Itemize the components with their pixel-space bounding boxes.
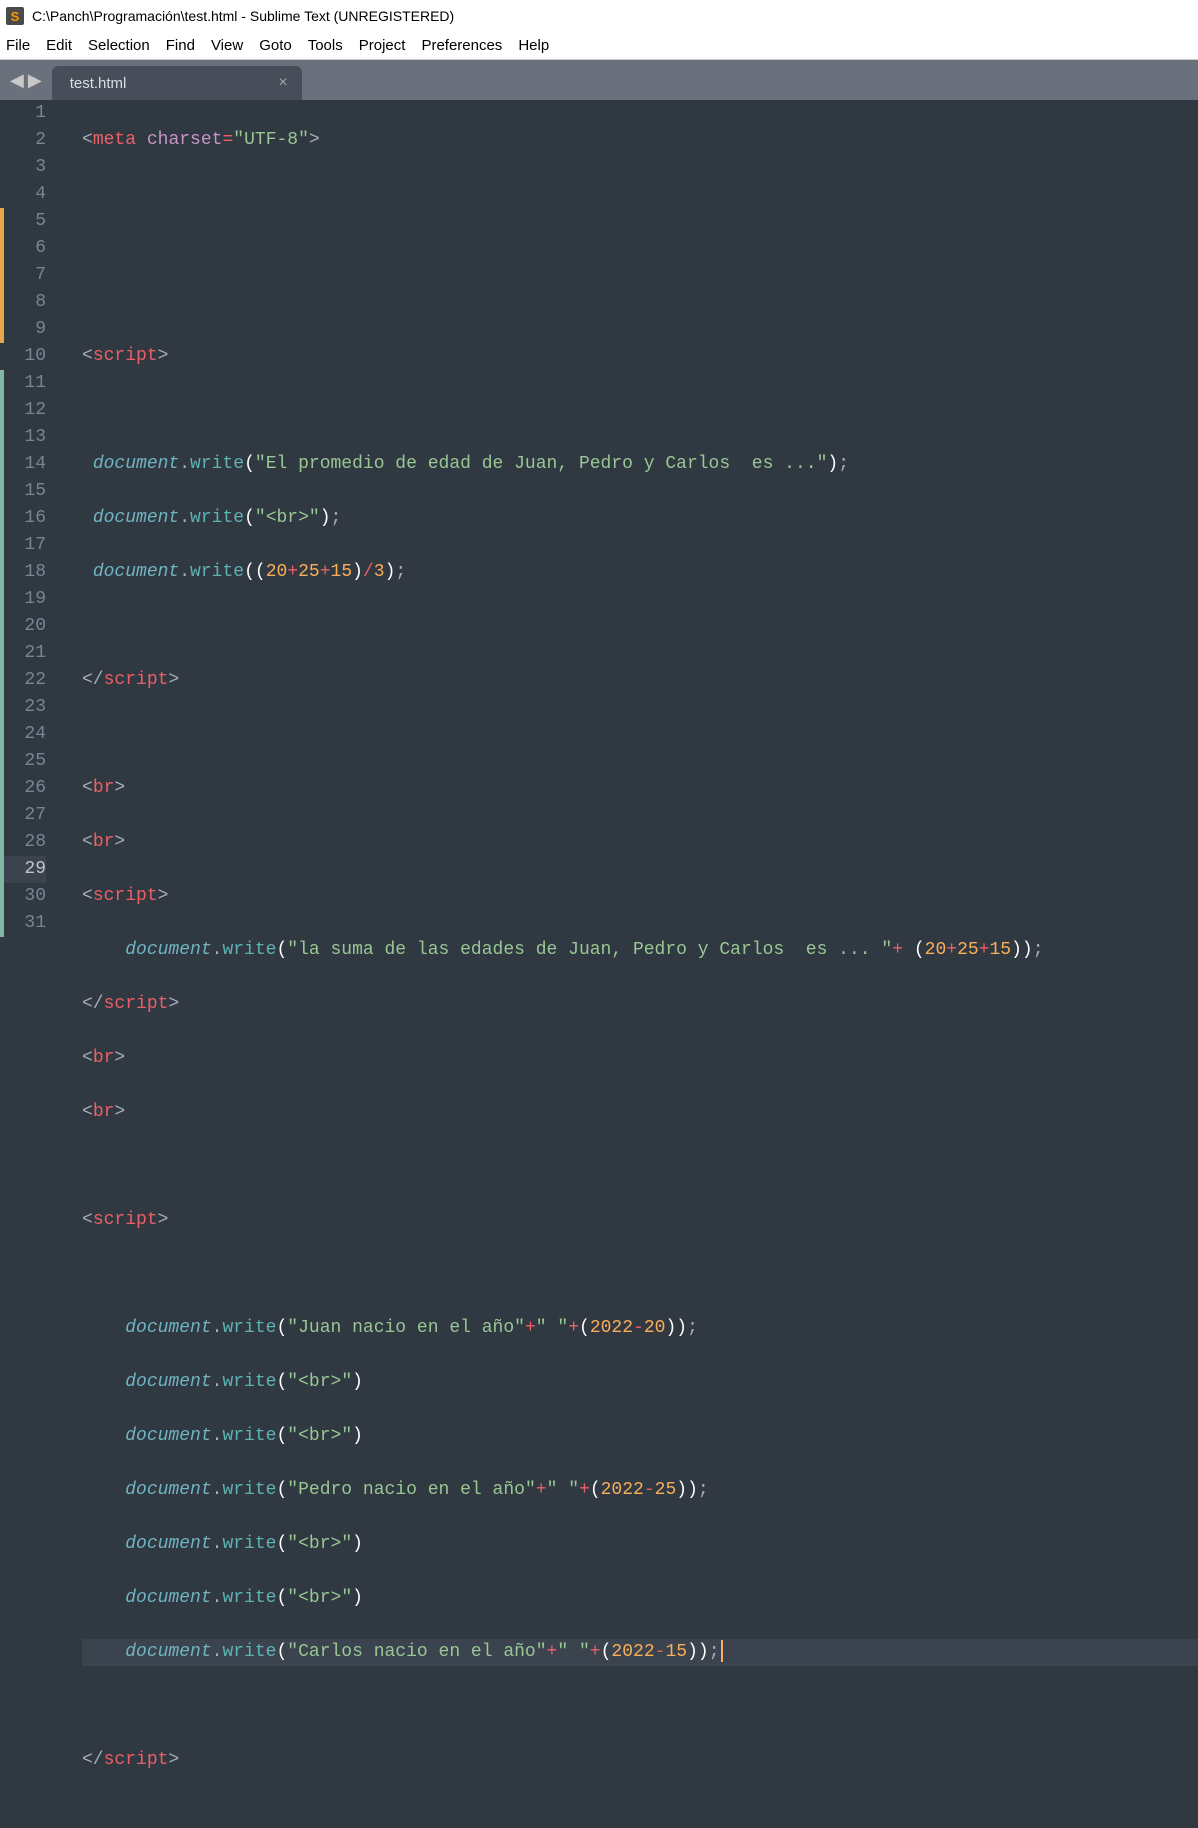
line-number: 11 (0, 370, 46, 397)
line-number: 10 (0, 343, 46, 370)
line-number: 8 (0, 289, 46, 316)
code-line (82, 181, 1198, 208)
code-line: </script> (82, 991, 1198, 1018)
code-line: document.write("Juan nacio en el año"+" … (82, 1315, 1198, 1342)
code-line: document.write("El promedio de edad de J… (82, 451, 1198, 478)
code-line: document.write("Pedro nacio en el año"+"… (82, 1477, 1198, 1504)
code-line: <script> (82, 343, 1198, 370)
line-number: 1 (0, 100, 46, 127)
code-line: <br> (82, 1099, 1198, 1126)
code-line: <br> (82, 829, 1198, 856)
app-icon: S (6, 7, 24, 25)
menu-tools[interactable]: Tools (308, 37, 343, 54)
mod-segment (0, 208, 4, 343)
line-number: 3 (0, 154, 46, 181)
code-line: document.write("<br>"); (82, 505, 1198, 532)
window-titlebar: S C:\Panch\Programación\test.html - Subl… (0, 0, 1198, 32)
line-number: 16 (0, 505, 46, 532)
line-number: 18 (0, 559, 46, 586)
code-line: <script> (82, 883, 1198, 910)
code-line: document.write((20+25+15)/3); (82, 559, 1198, 586)
line-number: 30 (0, 883, 46, 910)
menu-find[interactable]: Find (166, 37, 195, 54)
code-line (82, 289, 1198, 316)
menu-preferences[interactable]: Preferences (421, 37, 502, 54)
line-number: 21 (0, 640, 46, 667)
line-number: 7 (0, 262, 46, 289)
line-number: 5 (0, 208, 46, 235)
menu-file[interactable]: File (6, 37, 30, 54)
tab-test-html[interactable]: test.html × (52, 66, 302, 100)
nav-back-icon[interactable]: ◀ (10, 70, 24, 91)
code-line (82, 397, 1198, 424)
window-title: C:\Panch\Programación\test.html - Sublim… (32, 8, 454, 24)
line-number-gutter: 1 2 3 4 5 6 7 8 9 10 11 12 13 14 15 16 1… (0, 100, 60, 960)
code-line: document.write("<br>") (82, 1423, 1198, 1450)
menu-project[interactable]: Project (359, 37, 406, 54)
menu-view[interactable]: View (211, 37, 243, 54)
code-line: <br> (82, 775, 1198, 802)
line-number: 9 (0, 316, 46, 343)
code-line: document.write("Carlos nacio en el año"+… (82, 1639, 1198, 1666)
menu-help[interactable]: Help (518, 37, 549, 54)
line-number: 14 (0, 451, 46, 478)
code-line (82, 1693, 1198, 1720)
line-number: 6 (0, 235, 46, 262)
code-line (82, 613, 1198, 640)
code-line: </script> (82, 667, 1198, 694)
line-number: 26 (0, 775, 46, 802)
line-number: 13 (0, 424, 46, 451)
line-number: 23 (0, 694, 46, 721)
code-line: <meta charset="UTF-8"> (82, 127, 1198, 154)
line-number: 15 (0, 478, 46, 505)
line-number: 22 (0, 667, 46, 694)
line-number: 31 (0, 910, 46, 937)
menu-edit[interactable]: Edit (46, 37, 72, 54)
line-number: 12 (0, 397, 46, 424)
code-editor[interactable]: 1 2 3 4 5 6 7 8 9 10 11 12 13 14 15 16 1… (0, 100, 1198, 960)
code-line (82, 721, 1198, 748)
line-number: 4 (0, 181, 46, 208)
line-number: 20 (0, 613, 46, 640)
code-line: </script> (82, 1747, 1198, 1774)
line-number: 27 (0, 802, 46, 829)
menu-goto[interactable]: Goto (259, 37, 292, 54)
code-line: <br> (82, 1045, 1198, 1072)
code-line: document.write("<br>") (82, 1531, 1198, 1558)
code-line: document.write("<br>") (82, 1369, 1198, 1396)
line-number: 24 (0, 721, 46, 748)
modification-bar (0, 100, 4, 960)
code-line: <script> (82, 1207, 1198, 1234)
menu-bar: File Edit Selection Find View Goto Tools… (0, 32, 1198, 60)
line-number: 25 (0, 748, 46, 775)
code-line (82, 1153, 1198, 1180)
tab-label: test.html (70, 75, 127, 92)
mod-segment (0, 370, 4, 937)
line-number: 28 (0, 829, 46, 856)
line-number: 19 (0, 586, 46, 613)
line-number: 17 (0, 532, 46, 559)
menu-selection[interactable]: Selection (88, 37, 150, 54)
close-icon[interactable]: × (278, 74, 287, 92)
code-line (82, 235, 1198, 262)
tab-bar: ◀ ▶ test.html × (0, 60, 1198, 100)
text-cursor (721, 1640, 723, 1662)
code-line (82, 1261, 1198, 1288)
code-area[interactable]: <meta charset="UTF-8"> <script> document… (60, 100, 1198, 960)
nav-forward-icon[interactable]: ▶ (28, 70, 42, 91)
line-number: 29 (0, 856, 46, 883)
line-number: 2 (0, 127, 46, 154)
code-line: document.write("<br>") (82, 1585, 1198, 1612)
